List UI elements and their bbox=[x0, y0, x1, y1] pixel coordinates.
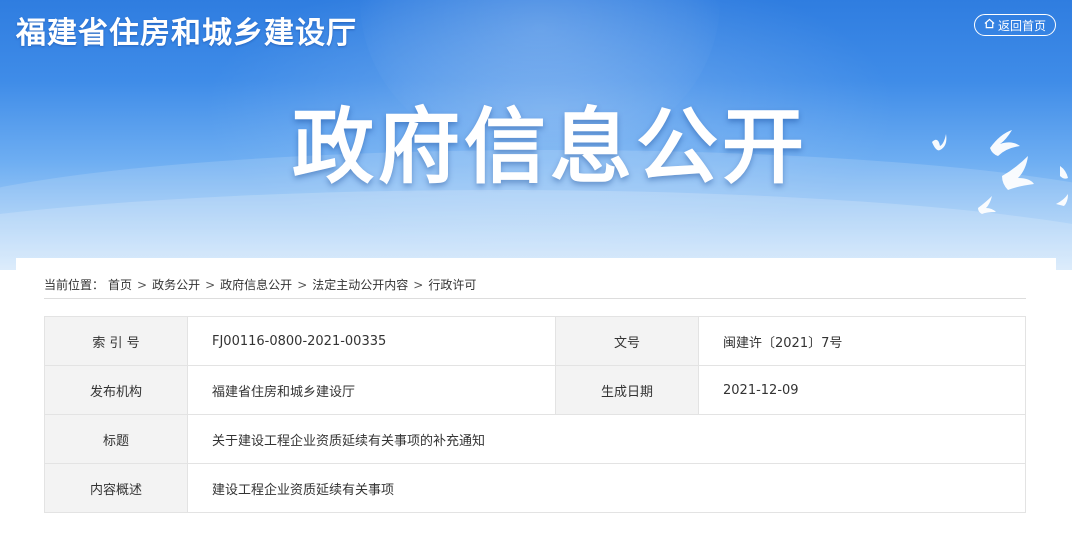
publisher-value: 福建省住房和城乡建设厅 bbox=[187, 365, 556, 415]
breadcrumb-prefix: 当前位置： bbox=[44, 278, 105, 292]
breadcrumb-item-gov-affairs[interactable]: 政务公开 bbox=[152, 278, 200, 292]
breadcrumb-item-admin-license[interactable]: 行政许可 bbox=[428, 278, 476, 292]
dove-icon bbox=[932, 130, 1068, 214]
publisher-label: 发布机构 bbox=[44, 365, 188, 415]
table-row: 索 引 号 FJ00116-0800-2021-00335 文号 闽建许〔202… bbox=[44, 316, 1026, 366]
table-row: 内容概述 建设工程企业资质延续有关事项 bbox=[44, 463, 1026, 513]
summary-label: 内容概述 bbox=[44, 463, 188, 513]
content-panel: 当前位置： 首页 > 政务公开 > 政府信息公开 > 法定主动公开内容 > 行政许可 索 引 号 … bbox=[16, 258, 1056, 548]
doc-no-label: 文号 bbox=[555, 316, 699, 366]
breadcrumb-item-info-disclosure[interactable]: 政府信息公开 bbox=[220, 278, 292, 292]
table-row: 发布机构 福建省住房和城乡建设厅 生成日期 2021-12-09 bbox=[44, 365, 1026, 415]
home-icon bbox=[984, 18, 995, 32]
header-banner: 福建省住房和城乡建设厅 返回首页 政府信息公开 bbox=[0, 0, 1072, 270]
breadcrumb-item-statutory-content[interactable]: 法定主动公开内容 bbox=[312, 278, 408, 292]
title-value: 关于建设工程企业资质延续有关事项的补充通知 bbox=[187, 414, 1026, 464]
breadcrumb-item-home[interactable]: 首页 bbox=[108, 278, 132, 292]
date-value: 2021-12-09 bbox=[698, 365, 1026, 415]
info-table: 索 引 号 FJ00116-0800-2021-00335 文号 闽建许〔202… bbox=[44, 316, 1026, 513]
banner-title: 政府信息公开 bbox=[292, 100, 809, 195]
table-row: 标题 关于建设工程企业资质延续有关事项的补充通知 bbox=[44, 414, 1026, 464]
title-label: 标题 bbox=[44, 414, 188, 464]
breadcrumb: 当前位置： 首页 > 政务公开 > 政府信息公开 > 法定主动公开内容 > 行政许可 bbox=[44, 278, 477, 292]
doc-no-value: 闽建许〔2021〕7号 bbox=[698, 316, 1026, 366]
index-value: FJ00116-0800-2021-00335 bbox=[187, 316, 556, 366]
index-label: 索 引 号 bbox=[44, 316, 188, 366]
site-title[interactable]: 福建省住房和城乡建设厅 bbox=[16, 8, 357, 52]
back-home-label: 返回首页 bbox=[997, 18, 1046, 33]
back-home-button[interactable]: 返回首页 bbox=[974, 14, 1056, 36]
breadcrumb-divider bbox=[44, 298, 1026, 299]
summary-value: 建设工程企业资质延续有关事项 bbox=[187, 463, 1026, 513]
date-label: 生成日期 bbox=[555, 365, 699, 415]
